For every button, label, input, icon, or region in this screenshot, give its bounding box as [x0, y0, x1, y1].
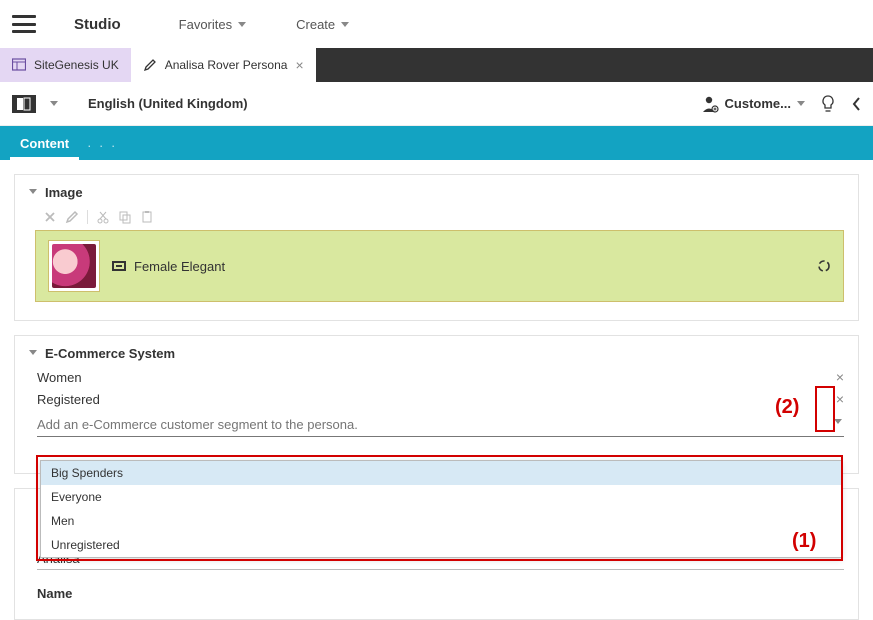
customer-icon	[701, 95, 719, 113]
dropdown-option[interactable]: Big Spenders	[41, 461, 841, 485]
top-menu: Favorites Create	[179, 17, 350, 32]
name-field-label: Name	[37, 586, 844, 601]
segment-item: Registered ×	[37, 391, 844, 407]
panel-image: Image Female Elegant	[14, 174, 859, 321]
lightbulb-icon[interactable]	[819, 94, 837, 114]
chevron-down-icon	[797, 101, 805, 106]
tab-strip: SiteGenesis UK Analisa Rover Persona ×	[0, 48, 873, 82]
paste-icon[interactable]	[140, 210, 154, 224]
edit-icon[interactable]	[65, 210, 79, 224]
menu-create-label: Create	[296, 17, 335, 32]
hamburger-icon[interactable]	[12, 15, 36, 33]
image-type-icon	[112, 261, 126, 271]
top-bar: Studio Favorites Create	[0, 0, 873, 48]
customer-selector-label: Custome...	[725, 96, 791, 111]
tab-content[interactable]: Content	[10, 130, 79, 160]
image-toolbar	[43, 210, 844, 224]
chevron-down-icon	[341, 22, 349, 27]
context-bar: English (United Kingdom) Custome...	[0, 82, 873, 126]
customer-selector[interactable]: Custome...	[701, 95, 805, 113]
segment-input-wrap	[37, 413, 844, 437]
panel-image-header[interactable]: Image	[29, 185, 844, 200]
image-item-row[interactable]: Female Elegant	[35, 230, 844, 302]
chevron-down-icon	[29, 189, 37, 197]
image-item-label: Female Elegant	[134, 259, 225, 274]
chevron-down-icon[interactable]	[50, 101, 58, 106]
app-title: Studio	[74, 16, 121, 33]
dropdown-option[interactable]: Everyone	[41, 485, 841, 509]
thumbnail	[48, 240, 100, 292]
tab-content-label: Content	[20, 136, 69, 151]
panel-image-title: Image	[45, 185, 83, 200]
dropdown-option[interactable]: Unregistered	[41, 533, 841, 557]
tab-persona-label: Analisa Rover Persona	[165, 58, 288, 72]
copy-icon[interactable]	[118, 210, 132, 224]
menu-favorites[interactable]: Favorites	[179, 17, 246, 32]
segment-input[interactable]	[37, 413, 844, 437]
image-item-label-wrap: Female Elegant	[112, 259, 225, 274]
site-icon	[12, 58, 26, 72]
menu-create[interactable]: Create	[296, 17, 349, 32]
remove-segment-icon[interactable]: ×	[836, 369, 844, 385]
menu-favorites-label: Favorites	[179, 17, 232, 32]
more-tabs-icon[interactable]: · · ·	[87, 130, 117, 160]
remove-segment-icon[interactable]: ×	[836, 391, 844, 407]
tab-sitegenesis-label: SiteGenesis UK	[34, 58, 119, 72]
chevron-down-icon	[238, 22, 246, 27]
chevron-down-icon	[29, 350, 37, 358]
separator	[87, 210, 88, 224]
segment-dropdown: Big Spenders Everyone Men Unregistered	[40, 460, 842, 558]
columns-toggle[interactable]	[12, 95, 36, 113]
panel-ecom-header[interactable]: E-Commerce System	[29, 346, 844, 361]
loading-icon	[817, 259, 831, 273]
tab-persona[interactable]: Analisa Rover Persona ×	[131, 48, 316, 82]
close-icon[interactable]: ×	[295, 57, 303, 73]
collapse-right-icon[interactable]	[851, 94, 861, 114]
segment-list: Women × Registered ×	[37, 369, 844, 407]
locale-label: English (United Kingdom)	[88, 96, 248, 111]
segment-item: Women ×	[37, 369, 844, 385]
segment-label: Registered	[37, 392, 100, 407]
remove-icon[interactable]	[43, 210, 57, 224]
panel-ecom-title: E-Commerce System	[45, 346, 175, 361]
content-tab-bar: Content · · ·	[0, 126, 873, 160]
chevron-down-icon[interactable]	[834, 419, 842, 424]
panel-ecom: E-Commerce System Women × Registered ×	[14, 335, 859, 474]
segment-label: Women	[37, 370, 82, 385]
cut-icon[interactable]	[96, 210, 110, 224]
dropdown-option[interactable]: Men	[41, 509, 841, 533]
pencil-icon	[143, 58, 157, 72]
tab-sitegenesis[interactable]: SiteGenesis UK	[0, 48, 131, 82]
